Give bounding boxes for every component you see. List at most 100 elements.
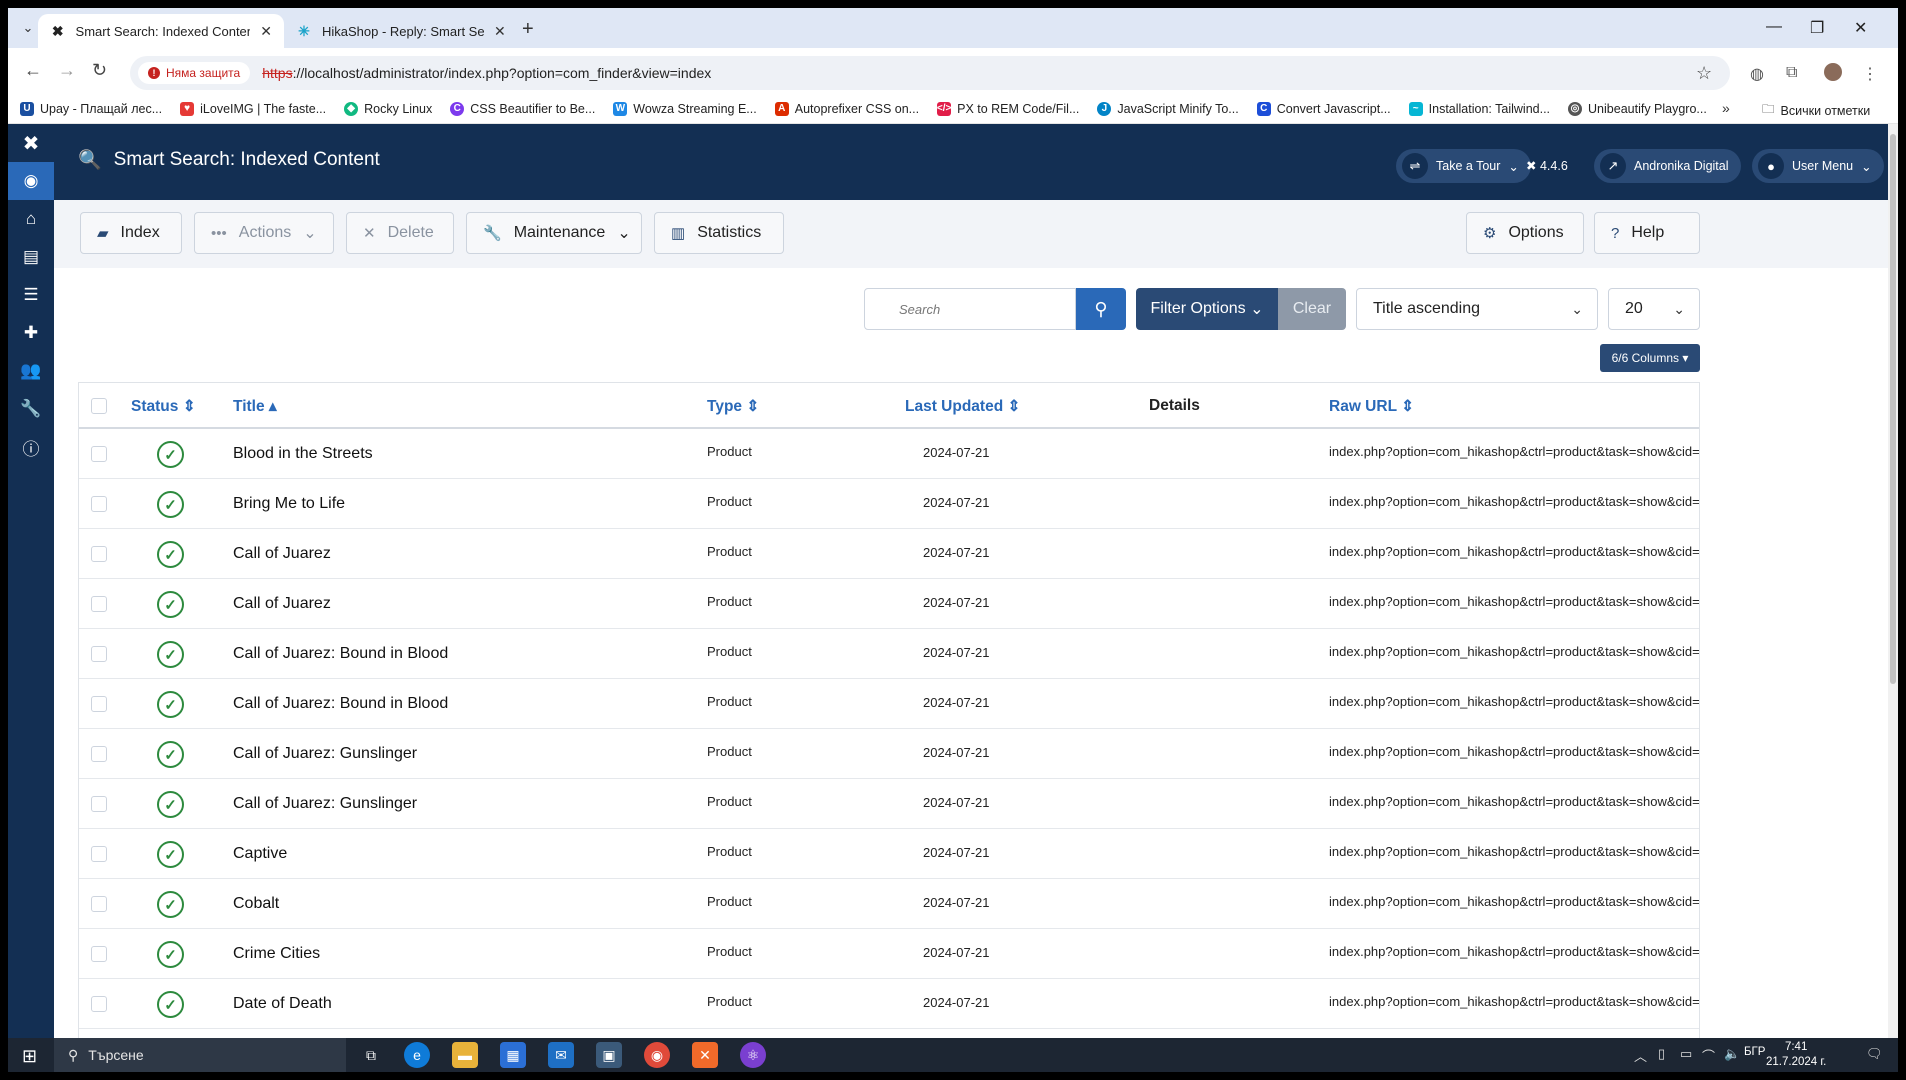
bookmark-item[interactable]: ◆ Rocky Linux xyxy=(344,101,432,116)
content-file-icon[interactable]: ▤ xyxy=(8,238,54,276)
bookmark-item[interactable]: J JavaScript Minify To... xyxy=(1097,101,1239,116)
row-checkbox[interactable] xyxy=(91,696,107,712)
close-tab-icon[interactable]: ✕ xyxy=(260,23,272,40)
title-column-header[interactable]: Title ▴ xyxy=(233,397,277,416)
row-checkbox[interactable] xyxy=(91,896,107,912)
tab-search-button[interactable]: ⌄ xyxy=(16,16,40,40)
statistics-button[interactable]: ▥ Statistics xyxy=(654,212,784,254)
users-icon[interactable]: 👥 xyxy=(8,352,54,390)
published-check-icon[interactable]: ✓ xyxy=(157,691,184,718)
reload-icon[interactable]: ↻ xyxy=(92,60,107,81)
forward-icon[interactable]: → xyxy=(58,60,76,81)
bookmark-item[interactable]: C Convert Javascript... xyxy=(1256,101,1391,116)
edge-icon[interactable]: e xyxy=(404,1042,430,1068)
close-tab-icon[interactable]: ✕ xyxy=(494,23,506,40)
restore-icon[interactable]: ❐ xyxy=(1810,18,1824,38)
search-input[interactable]: Search xyxy=(864,288,1076,330)
published-check-icon[interactable]: ✓ xyxy=(157,441,184,468)
row-checkbox[interactable] xyxy=(91,946,107,962)
published-check-icon[interactable]: ✓ xyxy=(157,891,184,918)
bookmark-item[interactable]: A Autoprefixer CSS on... xyxy=(774,101,919,116)
published-check-icon[interactable]: ✓ xyxy=(157,941,184,968)
raw-url-column-header[interactable]: Raw URL ⇕ xyxy=(1329,397,1414,416)
row-checkbox[interactable] xyxy=(91,596,107,612)
notification-icon[interactable]: 🗨 xyxy=(1866,1046,1883,1062)
windows-start-icon[interactable]: ⊞ xyxy=(22,1046,37,1067)
security-chip[interactable]: ! Няма защита xyxy=(138,62,251,84)
extension-icon[interactable]: ◍ xyxy=(1750,64,1764,84)
take-tour-button[interactable]: ⇌ Take a Tour ⌄ xyxy=(1396,149,1531,183)
help-button[interactable]: ? Help xyxy=(1594,212,1700,254)
bookmark-item[interactable]: W Wowza Streaming E... xyxy=(613,101,757,116)
tab-smart-search[interactable]: ✖ Smart Search: Indexed Content ✕ xyxy=(38,14,284,48)
row-checkbox[interactable] xyxy=(91,496,107,512)
maintenance-button[interactable]: 🔧 Maintenance ⌄ xyxy=(466,212,642,254)
menus-list-icon[interactable]: ☰ xyxy=(8,276,54,314)
chrome-icon[interactable]: ◉ xyxy=(644,1042,670,1068)
site-link-button[interactable]: ↗ Andronika Digital xyxy=(1594,149,1741,183)
all-bookmarks-button[interactable]: 🗀 Всички отметки xyxy=(1762,100,1870,121)
components-puzzle-icon[interactable]: ✚ xyxy=(8,314,54,352)
published-check-icon[interactable]: ✓ xyxy=(157,841,184,868)
back-icon[interactable]: ← xyxy=(24,60,42,81)
delete-button[interactable]: ✕ Delete xyxy=(346,212,454,254)
user-menu-button[interactable]: ● User Menu ⌄ xyxy=(1752,149,1884,183)
published-check-icon[interactable]: ✓ xyxy=(157,641,184,668)
store-icon[interactable]: ▦ xyxy=(500,1042,526,1068)
bookmark-item[interactable]: </> PX to REM Code/Fil... xyxy=(937,101,1079,116)
puzzle-icon[interactable]: ⧉ xyxy=(1786,64,1797,82)
menu-kebab-icon[interactable]: ⋮ xyxy=(1862,64,1878,84)
profile-avatar[interactable] xyxy=(1824,63,1842,81)
xampp-icon[interactable]: ✕ xyxy=(692,1042,718,1068)
bookmark-star-icon[interactable]: ☆ xyxy=(1696,63,1712,84)
filter-options-button[interactable]: Filter Options ⌄ xyxy=(1136,288,1278,330)
last-updated-column-header[interactable]: Last Updated ⇕ xyxy=(905,397,1021,416)
new-tab-icon[interactable]: + xyxy=(522,18,534,41)
taskbar-search[interactable]: ⚲ Търсене xyxy=(54,1038,346,1072)
row-checkbox[interactable] xyxy=(91,546,107,562)
tray-chevron-icon[interactable]: ︿ xyxy=(1634,1046,1647,1065)
toggle-menu-icon[interactable]: ◉ xyxy=(8,162,54,200)
taskbar-clock[interactable]: 7:41 21.7.2024 г. xyxy=(1766,1040,1826,1070)
actions-button[interactable]: ••• Actions ⌄ xyxy=(194,212,334,254)
published-check-icon[interactable]: ✓ xyxy=(157,991,184,1018)
tray-wifi-icon[interactable]: ⌒ xyxy=(1702,1046,1715,1065)
index-button[interactable]: ▰ Index xyxy=(80,212,182,254)
task-view-icon[interactable]: ⧉ xyxy=(358,1042,384,1068)
clear-button[interactable]: Clear xyxy=(1278,288,1346,330)
select-all-checkbox[interactable] xyxy=(91,398,107,414)
row-checkbox[interactable] xyxy=(91,846,107,862)
sort-select[interactable]: Title ascending ⌄ xyxy=(1356,288,1598,330)
scrollbar-thumb[interactable] xyxy=(1890,134,1896,684)
published-check-icon[interactable]: ✓ xyxy=(157,541,184,568)
url-text[interactable]: https://localhost/administrator/index.ph… xyxy=(262,65,711,81)
home-icon[interactable]: ⌂ xyxy=(8,200,54,238)
bookmark-item[interactable]: ◎ Unibeautify Playgro... xyxy=(1568,101,1707,116)
close-window-icon[interactable]: ✕ xyxy=(1854,18,1867,38)
options-button[interactable]: ⚙ Options xyxy=(1466,212,1584,254)
tray-device-icon[interactable]: ▯ xyxy=(1658,1046,1665,1062)
tray-network-icon[interactable]: ▭ xyxy=(1680,1046,1692,1062)
tray-language[interactable]: БГР xyxy=(1744,1046,1765,1058)
address-bar[interactable]: ! Няма защита https://localhost/administ… xyxy=(130,56,1730,90)
published-check-icon[interactable]: ✓ xyxy=(157,491,184,518)
published-check-icon[interactable]: ✓ xyxy=(157,791,184,818)
help-info-icon[interactable]: ⓘ xyxy=(8,428,54,466)
type-column-header[interactable]: Type ⇕ xyxy=(707,397,759,416)
status-column-header[interactable]: Status ⇕ xyxy=(131,397,196,416)
minimize-icon[interactable]: — xyxy=(1766,18,1782,36)
app-icon[interactable]: ⚛ xyxy=(740,1042,766,1068)
limit-select[interactable]: 20 ⌄ xyxy=(1608,288,1700,330)
columns-button[interactable]: 6/6 Columns ▾ xyxy=(1600,344,1700,372)
more-bookmarks-icon[interactable]: » xyxy=(1722,100,1730,116)
tray-volume-icon[interactable]: 🔈 xyxy=(1724,1046,1740,1062)
published-check-icon[interactable]: ✓ xyxy=(157,591,184,618)
joomla-logo-icon[interactable]: ✖ xyxy=(8,124,54,162)
bookmark-item[interactable]: U Upay - Плащай лес... xyxy=(20,101,162,116)
row-checkbox[interactable] xyxy=(91,446,107,462)
row-checkbox[interactable] xyxy=(91,646,107,662)
bookmark-item[interactable]: ♥ iLoveIMG | The faste... xyxy=(180,101,326,116)
search-button[interactable]: ⚲ xyxy=(1076,288,1126,330)
mail-icon[interactable]: ✉ xyxy=(548,1042,574,1068)
bookmark-item[interactable]: ~ Installation: Tailwind... xyxy=(1408,101,1550,116)
